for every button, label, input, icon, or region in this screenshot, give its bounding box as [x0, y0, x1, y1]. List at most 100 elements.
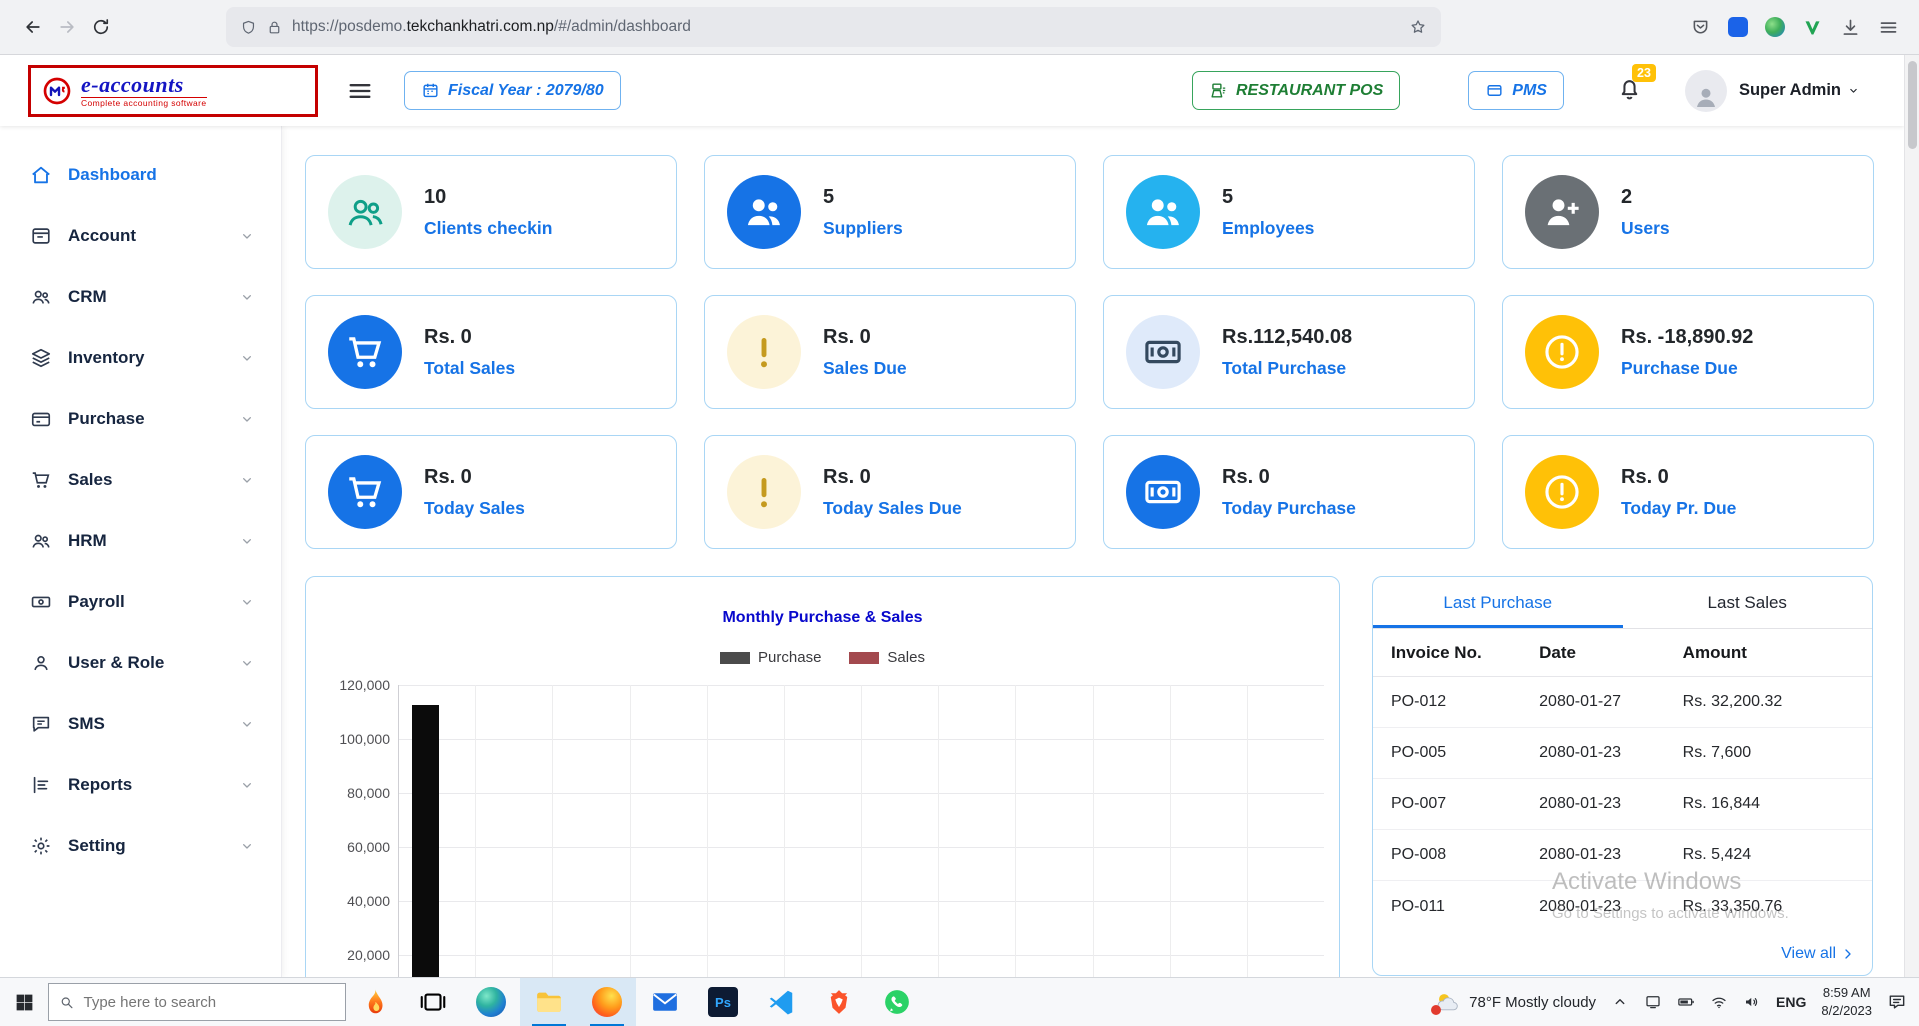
monitor-tray-icon[interactable] [1644, 993, 1662, 1011]
reload-button[interactable] [84, 10, 118, 44]
table-row[interactable]: PO-005 2080-01-23 Rs. 7,600 [1373, 728, 1872, 779]
extension-blue-icon[interactable] [1728, 17, 1748, 37]
stat-label: Today Pr. Due [1621, 498, 1736, 519]
stat-label: Clients checkin [424, 218, 552, 239]
volume-tray-icon[interactable] [1743, 993, 1761, 1011]
stat-card: Rs. 0 Today Sales [305, 435, 677, 549]
battery-tray-icon[interactable] [1677, 993, 1695, 1011]
tab[interactable]: Last Purchase [1373, 577, 1623, 628]
search-input[interactable] [83, 994, 335, 1011]
bottom-row: Monthly Purchase & Sales Purchase Sales … [305, 576, 1874, 977]
taskbar-app[interactable]: Ps [694, 978, 752, 1026]
taskbar-app[interactable] [752, 978, 810, 1026]
sidebar-item[interactable]: Setting [0, 815, 281, 876]
table-body: PO-012 2080-01-27 Rs. 32,200.32 PO-005 2… [1373, 677, 1872, 932]
stat-value: Rs. 0 [1222, 466, 1356, 489]
pms-button[interactable]: PMS [1468, 71, 1564, 110]
stat-label: Suppliers [823, 218, 903, 239]
back-button[interactable] [16, 10, 50, 44]
chart-title: Monthly Purchase & Sales [306, 609, 1339, 627]
taskbar-search[interactable] [48, 983, 346, 1021]
exclamation-icon [727, 315, 801, 389]
legend-label: Sales [887, 649, 925, 666]
extension-v-icon[interactable] [1802, 17, 1823, 38]
tab[interactable]: Last Sales [1623, 577, 1873, 628]
taskbar-app[interactable] [868, 978, 926, 1026]
bookmark-star-icon[interactable] [1409, 18, 1427, 36]
start-button[interactable] [0, 978, 48, 1026]
sidebar-item-label: HRM [68, 531, 107, 551]
table-row[interactable]: PO-011 2080-01-23 Rs. 33,350.76 [1373, 881, 1872, 932]
invoice-cell: PO-005 [1391, 744, 1539, 762]
taskbar-app[interactable] [810, 978, 868, 1026]
taskbar-app[interactable] [462, 978, 520, 1026]
sidebar-item[interactable]: Sales [0, 449, 281, 510]
url-text: https://posdemo.tekchankhatri.com.np/#/a… [292, 18, 691, 36]
stat-card: 2 Users [1502, 155, 1874, 269]
photoshop-icon: Ps [708, 987, 738, 1017]
windows-icon [14, 992, 35, 1013]
url-bar[interactable]: https://posdemo.tekchankhatri.com.np/#/a… [226, 7, 1441, 47]
tray-expand-icon[interactable] [1611, 993, 1629, 1011]
downloads-icon[interactable] [1840, 17, 1861, 38]
sidebar-item[interactable]: Reports [0, 754, 281, 815]
sidebar-item[interactable]: Inventory [0, 327, 281, 388]
sidebar-item[interactable]: SMS [0, 693, 281, 754]
stat-label: Users [1621, 218, 1670, 239]
amount-cell: Rs. 33,350.76 [1683, 898, 1854, 916]
home-icon [30, 164, 52, 186]
taskbar-app[interactable] [346, 978, 404, 1026]
forward-button[interactable] [50, 10, 84, 44]
table-row[interactable]: PO-012 2080-01-27 Rs. 32,200.32 [1373, 677, 1872, 728]
avatar[interactable] [1685, 70, 1727, 112]
crm-icon [30, 286, 52, 308]
taskbar-app[interactable] [636, 978, 694, 1026]
pocket-icon[interactable] [1690, 17, 1711, 38]
sidebar-item[interactable]: Dashboard [0, 144, 281, 205]
restaurant-pos-button[interactable]: RESTAURANT POS [1192, 71, 1400, 110]
user-menu[interactable]: Super Admin [1739, 81, 1860, 100]
weather-text: 78°F Mostly cloudy [1469, 994, 1596, 1011]
sidebar-item[interactable]: User & Role [0, 632, 281, 693]
stat-card: Rs. 0 Today Purchase [1103, 435, 1475, 549]
view-all-link[interactable]: View all [1765, 933, 1872, 975]
scrollbar-thumb[interactable] [1908, 61, 1917, 149]
invoice-cell: PO-011 [1391, 898, 1539, 916]
taskbar-app[interactable] [404, 978, 462, 1026]
amount-cell: Rs. 5,424 [1683, 846, 1854, 864]
action-center-icon[interactable] [1887, 992, 1907, 1012]
shield-icon[interactable] [240, 19, 257, 36]
stat-label: Today Sales [424, 498, 525, 519]
network-tray-icon[interactable] [1710, 993, 1728, 1011]
taskbar-app[interactable] [578, 978, 636, 1026]
app-logo[interactable]: e-accounts Complete accounting software [28, 65, 318, 117]
weather-widget[interactable]: 78°F Mostly cloudy [1434, 989, 1596, 1016]
stat-value: Rs. -18,890.92 [1621, 326, 1753, 349]
table-row[interactable]: PO-008 2080-01-23 Rs. 5,424 [1373, 830, 1872, 881]
taskbar-clock[interactable]: 8:59 AM 8/2/2023 [1821, 984, 1872, 1020]
sidebar-item-label: SMS [68, 714, 105, 734]
language-indicator[interactable]: ENG [1776, 994, 1806, 1010]
stat-label: Total Sales [424, 358, 515, 379]
taskbar-app[interactable] [520, 978, 578, 1026]
sidebar-item[interactable]: CRM [0, 266, 281, 327]
chevron-down-icon [239, 655, 255, 671]
app-menu-icon[interactable] [1878, 17, 1899, 38]
legend-item: Sales [849, 649, 925, 666]
sidebar-toggle-icon[interactable] [346, 77, 374, 105]
sidebar-item[interactable]: HRM [0, 510, 281, 571]
lock-icon[interactable] [266, 19, 283, 36]
sidebar-item[interactable]: Purchase [0, 388, 281, 449]
extension-globe-icon[interactable] [1765, 17, 1785, 37]
reload-icon [91, 17, 111, 37]
date-cell: 2080-01-23 [1539, 898, 1683, 916]
sidebar-item[interactable]: Payroll [0, 571, 281, 632]
vscode-icon [766, 987, 796, 1017]
page-scrollbar[interactable] [1904, 55, 1919, 977]
stat-card: Rs. 0 Sales Due [704, 295, 1076, 409]
fiscal-year-button[interactable]: Fiscal Year : 2079/80 [404, 71, 621, 110]
sidebar-item[interactable]: Account [0, 205, 281, 266]
notifications-button[interactable]: 23 [1616, 75, 1643, 107]
table-row[interactable]: PO-007 2080-01-23 Rs. 16,844 [1373, 779, 1872, 830]
inventory-icon [30, 347, 52, 369]
